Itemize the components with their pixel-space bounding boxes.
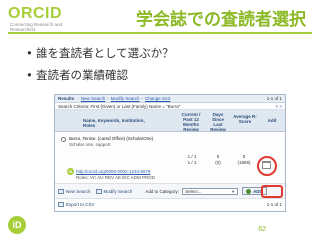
- reviewer-search-screenshot: Results - New Search - Modify Search - C…: [54, 94, 286, 212]
- logo-word: ORCID: [8, 5, 63, 22]
- column-score[interactable]: Average R-Score: [233, 114, 257, 124]
- modify-search-link[interactable]: Modify Search: [111, 96, 140, 101]
- export-label: Export to CSV: [66, 202, 95, 207]
- reviewer-subtitle: Scholar one, support: [69, 142, 111, 147]
- bullet-item: • 査読者の業績確認: [26, 68, 128, 82]
- logo-tagline: Connecting Research and Researchers: [10, 22, 63, 32]
- add-to-category-label: Add to Category:: [145, 188, 180, 194]
- orcid-id-icon: iD: [67, 168, 74, 175]
- results-table-header: Name, Keywords, Institution, Roles Curre…: [55, 110, 285, 132]
- results-footer: Export to CSV 1-1 of 1: [55, 199, 285, 210]
- action-bar: New Search Modify Search Add to Category…: [55, 184, 285, 199]
- column-add: Add: [267, 118, 277, 123]
- search-icon: [58, 188, 64, 194]
- edit-icon: [95, 188, 102, 194]
- column-name[interactable]: Name, Keywords, Institution, Roles: [83, 118, 153, 128]
- slide-title: 学会誌での査読者選択: [136, 10, 306, 30]
- reviewer-name[interactable]: Burra, Tenise. (cared Office) (ScholarOn…: [69, 136, 153, 141]
- table-row: Burra, Tenise. (cared Office) (ScholarOn…: [55, 132, 285, 184]
- search-criteria: Search Criteria: First (Given) or Last (…: [55, 103, 285, 110]
- reviewer-roles: Roles: VC AU REV AE EIC ADM PROD: [76, 175, 156, 180]
- days-alt: (0): [215, 159, 221, 165]
- column-days[interactable]: Days Since Last Review: [207, 112, 229, 132]
- change-sort-link[interactable]: Change Sort: [145, 96, 170, 101]
- export-icon: [58, 202, 64, 207]
- highlight-box: [261, 185, 283, 198]
- modify-search-label: Modify Search: [103, 188, 133, 194]
- result-count: 1-1 of 1: [266, 96, 282, 101]
- criteria-text: Search Criteria: First (Given) or Last (…: [58, 103, 181, 109]
- days-since: 0 (0): [210, 154, 226, 165]
- orcid-link[interactable]: http://orcid.org/0000-0002-1234-5678: [76, 169, 151, 174]
- page-nav[interactable]: < >: [275, 104, 282, 109]
- reviews-past: 1 / 1: [187, 159, 197, 165]
- column-reviews[interactable]: Current / Past 12 Months Review: [179, 112, 203, 132]
- bullet-text: 査読者の業績確認: [36, 68, 128, 82]
- orcid-id-logo: iD: [8, 216, 26, 234]
- title-divider: [8, 32, 312, 34]
- results-toolbar: Results - New Search - Modify Search - C…: [55, 95, 285, 103]
- average-score: 0 (1869): [233, 154, 255, 165]
- footer-result-count: 1-1 of 1: [266, 202, 282, 207]
- category-select[interactable]: Select... ▼: [182, 187, 239, 195]
- orcid-logo: ORCID Connecting Research and Researcher…: [8, 5, 78, 33]
- plus-icon: [246, 188, 252, 194]
- new-search-label: New Search: [66, 188, 91, 194]
- export-csv-button[interactable]: Export to CSV: [58, 202, 95, 207]
- highlight-circle: [257, 156, 277, 176]
- score-alt: (1869): [237, 159, 251, 165]
- reviews-count: 1 / 1 1 / 1: [183, 154, 201, 165]
- bullet-list: • 誰を査読者として選ぶか？ • 査読者の業績確認: [26, 42, 174, 86]
- new-search-link[interactable]: New Search: [81, 96, 106, 101]
- results-label: Results: [58, 96, 75, 101]
- page-number: 62: [258, 226, 266, 233]
- modify-search-button[interactable]: Modify Search: [95, 188, 133, 194]
- bullet-text: 誰を査読者として選ぶか？: [36, 46, 174, 60]
- chevron-down-icon: ▼: [231, 188, 236, 194]
- bullet-item: • 誰を査読者として選ぶか？: [26, 46, 174, 60]
- new-search-button[interactable]: New Search: [58, 188, 91, 194]
- category-select-value: Select...: [185, 188, 202, 194]
- select-radio[interactable]: [61, 137, 66, 142]
